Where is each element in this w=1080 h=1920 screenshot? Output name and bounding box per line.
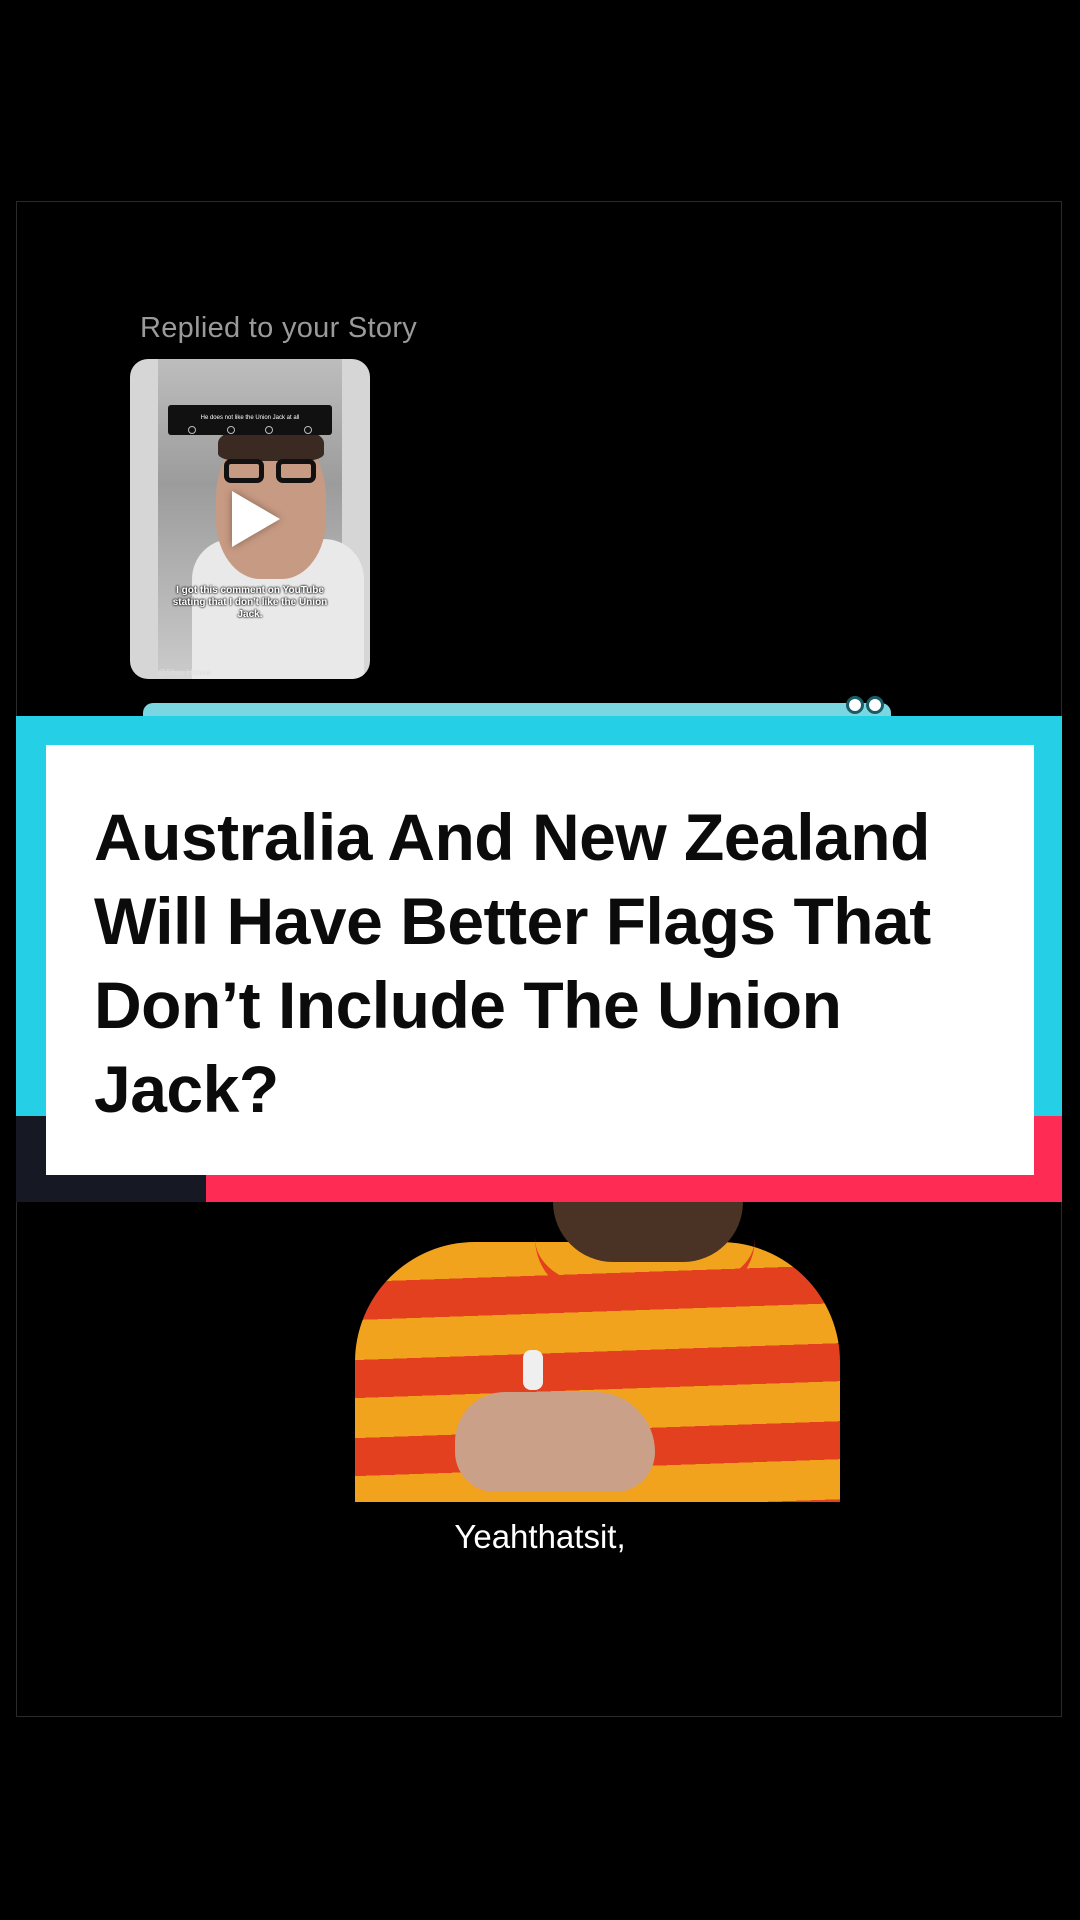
reply-icon — [265, 426, 274, 434]
title-card: Australia And New Zealand Will Have Bett… — [46, 745, 1034, 1175]
thumbnail-comment-icons — [188, 426, 312, 434]
like-icon — [188, 426, 196, 434]
thumbnail-comment-bar: He does not like the Union Jack at all — [168, 405, 332, 435]
peek-eyes-icon — [840, 692, 890, 718]
thumbnail-caption: I got this comment on YouTube stating th… — [172, 585, 328, 620]
play-icon[interactable] — [232, 491, 280, 547]
heart-icon — [303, 426, 312, 434]
story-thumbnail[interactable]: He does not like the Union Jack at all I… — [130, 359, 370, 679]
title-card-text: Australia And New Zealand Will Have Bett… — [94, 800, 931, 1126]
replied-to-story-label: Replied to your Story — [140, 312, 418, 344]
video-subtitle: Yeahthatsit, — [454, 1518, 626, 1555]
pointing-hand — [455, 1392, 655, 1492]
video-screen[interactable]: Replied to your Story He does not like t… — [0, 0, 1080, 1920]
presenter-video — [355, 1202, 840, 1502]
beard — [553, 1202, 743, 1262]
thumbnail-comment-text: He does not like the Union Jack at all — [200, 415, 300, 421]
thumbnail-glasses — [224, 459, 316, 483]
dislike-icon — [226, 426, 235, 434]
thumbnail-handle: @Shay Howse — [158, 668, 212, 677]
crest-icon — [523, 1350, 543, 1390]
